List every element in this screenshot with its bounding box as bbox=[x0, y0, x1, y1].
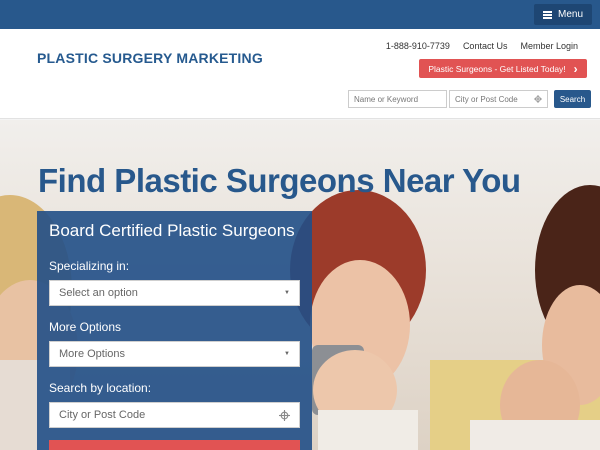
location-search-label: Search by location: bbox=[49, 381, 152, 395]
crosshair-icon bbox=[534, 95, 542, 103]
location-placeholder: City or Post Code bbox=[455, 94, 518, 104]
menu-label: Menu bbox=[557, 9, 583, 20]
caret-down-icon: ▼ bbox=[284, 290, 290, 296]
keyword-placeholder: Name or Keyword bbox=[354, 94, 419, 104]
top-links: 1-888-910-7739 Contact Us Member Login bbox=[386, 41, 578, 51]
panel-title: Board Certified Plastic Surgeons bbox=[49, 221, 295, 240]
specializing-label: Specializing in: bbox=[49, 259, 130, 273]
search-panel: Board Certified Plastic Surgeons Special… bbox=[37, 211, 312, 450]
site-header: PLASTIC SURGERY MARKETING 1-888-910-7739… bbox=[0, 29, 600, 119]
header-search: Name or Keyword City or Post Code Search bbox=[348, 90, 591, 108]
search-button[interactable]: Search bbox=[554, 90, 591, 108]
keyword-input[interactable]: Name or Keyword bbox=[348, 90, 447, 108]
location-input[interactable]: City or Post Code bbox=[449, 90, 548, 108]
phone-link[interactable]: 1-888-910-7739 bbox=[386, 41, 450, 51]
top-bar: Menu bbox=[0, 0, 600, 29]
caret-down-icon: ▼ bbox=[284, 351, 290, 357]
get-listed-label: Plastic Surgeons - Get Listed Today! bbox=[428, 63, 566, 74]
chevron-right-icon: › bbox=[573, 61, 578, 76]
specializing-value: Select an option bbox=[59, 287, 138, 299]
contact-us-link[interactable]: Contact Us bbox=[463, 41, 508, 51]
more-options-label: More Options bbox=[49, 320, 122, 334]
get-listed-button[interactable]: Plastic Surgeons - Get Listed Today! › bbox=[419, 59, 587, 78]
panel-location-placeholder: City or Post Code bbox=[59, 409, 146, 421]
member-login-link[interactable]: Member Login bbox=[520, 41, 578, 51]
hero-heading: Find Plastic Surgeons Near You bbox=[38, 162, 521, 199]
panel-location-input[interactable]: City or Post Code bbox=[49, 402, 300, 428]
more-options-select[interactable]: More Options ▼ bbox=[49, 341, 300, 367]
hamburger-icon bbox=[542, 10, 552, 19]
site-logo[interactable]: PLASTIC SURGERY MARKETING bbox=[37, 50, 263, 66]
crosshair-icon bbox=[279, 409, 290, 421]
hero-section: Find Plastic Surgeons Near You Board Cer… bbox=[0, 120, 600, 450]
menu-button[interactable]: Menu bbox=[533, 4, 592, 25]
more-options-value: More Options bbox=[59, 348, 126, 360]
panel-search-button[interactable] bbox=[49, 440, 300, 450]
specializing-select[interactable]: Select an option ▼ bbox=[49, 280, 300, 306]
